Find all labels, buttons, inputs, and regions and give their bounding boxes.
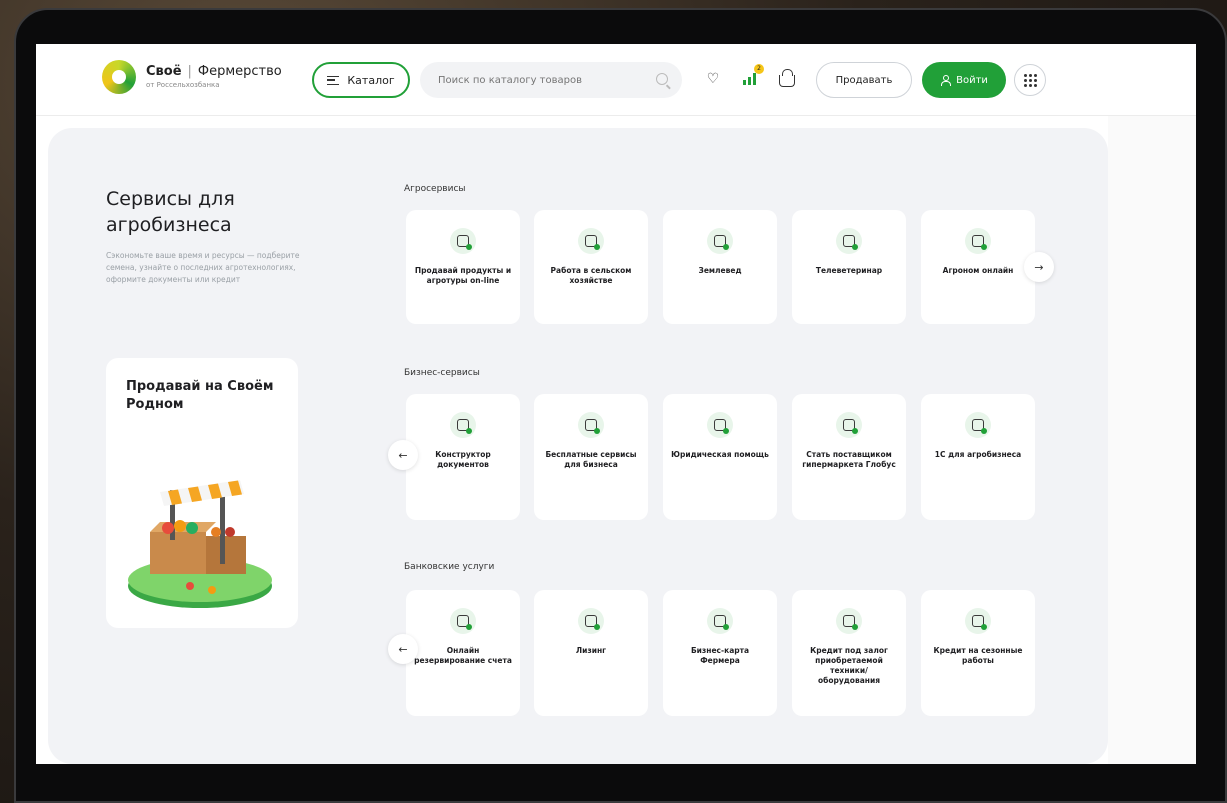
service-card-label: Работа в сельском хозяйстве [550, 266, 632, 285]
service-card[interactable]: Юридическая помощь [663, 394, 777, 520]
menu-icon [327, 75, 340, 85]
service-card[interactable]: Телеветеринар [792, 210, 906, 324]
document-builder-icon [450, 412, 476, 438]
section-title-agro: Агросервисы [404, 184, 466, 194]
loan-equipment-icon [836, 608, 862, 634]
monitor-icon [450, 228, 476, 254]
service-card[interactable]: Бесплатные сервисы для бизнеса [534, 394, 648, 520]
service-card[interactable]: Лизинг [534, 590, 648, 716]
logo-text: Своё | Фермерство от Россельхозбанка [146, 65, 282, 89]
laptop-frame: Своё | Фермерство от Россельхозбанка Кат… [14, 8, 1227, 803]
user-icon [940, 75, 952, 86]
service-card-label: Стать поставщиком гипермаркета Глобус [802, 450, 896, 469]
market-stall-illustration [128, 480, 272, 608]
promo-card[interactable]: Продавай на Своём Родном [106, 358, 298, 628]
logo-subtitle: от Россельхозбанка [146, 81, 220, 89]
service-card-label: Кредит под залог приобретаемой техники/ … [810, 646, 888, 685]
service-card[interactable]: Онлайн резервирование счета [406, 590, 520, 716]
service-card[interactable]: Кредит на сезонные работы [921, 590, 1035, 716]
people-icon [578, 228, 604, 254]
scroll-left-button[interactable]: ← [388, 440, 418, 470]
search-input[interactable] [420, 62, 682, 98]
agronomist-icon [965, 228, 991, 254]
service-card-label: Бесплатные сервисы для бизнеса [545, 450, 637, 469]
search-icon[interactable] [656, 73, 668, 85]
page-title: Сервисы для агробизнеса [106, 188, 235, 236]
login-button[interactable]: Войти [922, 62, 1006, 98]
service-card[interactable]: Конструктор документов [406, 394, 520, 520]
service-card[interactable]: Кредит под залог приобретаемой техники/ … [792, 590, 906, 716]
service-card-label: Телеветеринар [815, 266, 883, 275]
logo-mark-icon [102, 60, 136, 94]
service-card-label: Продавай продукты и агротуры on-line [414, 266, 512, 285]
leasing-icon [578, 608, 604, 634]
apps-grid-icon [1023, 73, 1037, 87]
microscope-icon [707, 228, 733, 254]
service-card-label: Лизинг [575, 646, 607, 655]
service-card-label: 1С для агробизнеса [934, 450, 1022, 459]
service-card[interactable]: Продавай продукты и агротуры on-line [406, 210, 520, 324]
page-gutter [1108, 116, 1196, 764]
basket-icon[interactable] [776, 68, 798, 90]
logo-separator: | [187, 64, 192, 79]
account-icon [450, 608, 476, 634]
service-card[interactable]: Бизнес-карта Фермера [663, 590, 777, 716]
site-header: Своё | Фермерство от Россельхозбанка Кат… [36, 44, 1196, 116]
service-card-label: Агроном онлайн [942, 266, 1014, 275]
seasonal-loan-icon [965, 608, 991, 634]
sell-button[interactable]: Продавать [816, 62, 912, 98]
promo-title: Продавай на Своём Родном [126, 379, 274, 412]
truck-icon [836, 412, 862, 438]
service-card[interactable]: Землевед [663, 210, 777, 324]
compare-badge: 2 [754, 64, 764, 74]
logo[interactable]: Своё | Фермерство от Россельхозбанка [102, 60, 282, 94]
logo-product: Фермерство [197, 64, 282, 79]
arrow-left-icon: ← [398, 642, 408, 656]
scroll-left-button[interactable]: ← [388, 634, 418, 664]
catalog-button[interactable]: Каталог [312, 62, 410, 98]
service-card-label: Бизнес-карта Фермера [690, 646, 750, 665]
login-label: Войти [956, 74, 988, 86]
service-card-label: Конструктор документов [435, 450, 491, 469]
arrow-left-icon: ← [398, 448, 408, 462]
compare-icon[interactable]: 2 [738, 64, 764, 90]
catalog-label: Каталог [347, 73, 395, 87]
service-card[interactable]: Агроном онлайн [921, 210, 1035, 324]
apps-menu-button[interactable] [1014, 64, 1046, 96]
service-card-label: Землевед [698, 266, 742, 275]
section-title-banking: Банковские услуги [404, 562, 495, 572]
arrow-right-icon: → [1034, 260, 1044, 274]
section-title-business: Бизнес-сервисы [404, 368, 480, 378]
services-icon [578, 412, 604, 438]
service-card[interactable]: 1С для агробизнеса [921, 394, 1035, 520]
logo-brand: Своё [146, 64, 182, 79]
service-card-label: Онлайн резервирование счета [414, 646, 512, 665]
calculator-icon [965, 412, 991, 438]
legal-icon [707, 412, 733, 438]
vet-icon [836, 228, 862, 254]
services-panel: Сервисы для агробизнеса Сэкономьте ваше … [48, 128, 1108, 764]
browser-screen: Своё | Фермерство от Россельхозбанка Кат… [36, 44, 1196, 764]
service-card[interactable]: Стать поставщиком гипермаркета Глобус [792, 394, 906, 520]
service-card-label: Кредит на сезонные работы [933, 646, 1023, 665]
card-icon [707, 608, 733, 634]
favorites-icon[interactable]: ♡ [702, 68, 724, 90]
scroll-right-button[interactable]: → [1024, 252, 1054, 282]
service-card-label: Юридическая помощь [671, 450, 769, 459]
service-card[interactable]: Работа в сельском хозяйстве [534, 210, 648, 324]
page-description: Сэкономьте ваше время и ресурсы — подбер… [106, 251, 300, 284]
